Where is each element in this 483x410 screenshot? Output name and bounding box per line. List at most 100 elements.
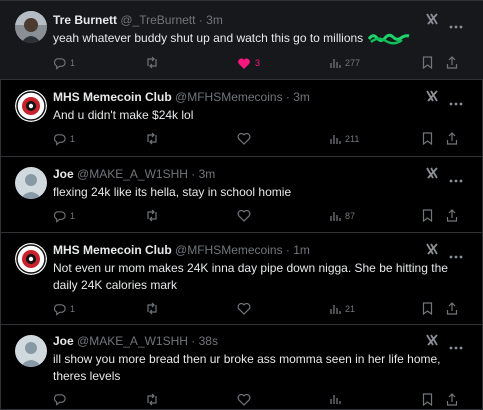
reply-icon — [53, 394, 66, 406]
views-button[interactable]: 277 — [329, 56, 360, 70]
bookmark-icon — [422, 56, 433, 69]
like-button[interactable] — [237, 393, 255, 406]
reply-icon — [53, 303, 66, 316]
grok-icon[interactable] — [425, 333, 439, 352]
author-handle[interactable]: @MFHSMemecoins — [175, 243, 283, 257]
share-button[interactable] — [446, 393, 458, 406]
avatar[interactable] — [15, 90, 47, 122]
action-bar: 1 211 — [53, 132, 463, 148]
bookmark-button[interactable] — [422, 56, 433, 69]
grok-icon[interactable] — [425, 166, 439, 185]
share-icon — [446, 56, 458, 69]
bookmark-button[interactable] — [422, 302, 433, 315]
post-time[interactable]: 3m — [199, 167, 216, 181]
post[interactable]: MHS Memecoin Club @MFHSMemecoins · 1m No… — [0, 233, 483, 325]
separator-dot: · — [191, 334, 196, 348]
bookmark-icon — [422, 393, 433, 406]
bookmark-button[interactable] — [422, 132, 433, 145]
post-time[interactable]: 3m — [293, 90, 310, 104]
repost-button[interactable] — [145, 393, 163, 406]
author-handle[interactable]: @MFHSMemecoins — [175, 90, 283, 104]
action-bar: 1 3 277 — [53, 56, 463, 72]
heart-filled-icon — [238, 58, 250, 69]
action-bar — [53, 393, 463, 409]
reply-button[interactable]: 1 — [53, 132, 75, 146]
share-icon — [446, 393, 458, 406]
avatar[interactable] — [15, 335, 47, 367]
repost-button[interactable] — [145, 302, 163, 315]
more-icon[interactable] — [449, 337, 463, 355]
action-bar: 1 21 — [53, 302, 463, 318]
avatar[interactable] — [15, 167, 47, 199]
reply-button[interactable]: 1 — [53, 56, 75, 70]
post-time[interactable]: 3m — [206, 13, 223, 27]
share-button[interactable] — [446, 302, 458, 315]
bookmark-icon — [422, 132, 433, 145]
repost-button[interactable] — [145, 132, 163, 145]
like-button[interactable] — [237, 302, 255, 315]
repost-icon — [147, 56, 157, 69]
author-name[interactable]: Joe — [53, 334, 74, 348]
post[interactable]: Tre Burnett @_TreBurnett · 3m yeah whate… — [0, 1, 483, 80]
post-text: flexing 24k like its hella, stay in scho… — [53, 185, 292, 199]
share-button[interactable] — [446, 132, 458, 145]
heart-icon — [237, 209, 251, 222]
more-icon[interactable] — [449, 246, 463, 264]
post-time[interactable]: 1m — [293, 243, 310, 257]
repost-button[interactable] — [145, 56, 163, 69]
reply-count: 1 — [70, 58, 76, 68]
reply-button[interactable] — [53, 393, 70, 406]
share-icon — [446, 132, 458, 145]
post-header: Joe @MAKE_A_W1SHH · 38s — [53, 334, 218, 348]
avatar[interactable] — [15, 11, 47, 43]
share-button[interactable] — [446, 56, 458, 69]
share-icon — [446, 302, 458, 315]
post[interactable]: Joe @MAKE_A_W1SHH · 3m flexing 24k like … — [0, 157, 483, 233]
like-button[interactable] — [237, 132, 255, 145]
reply-count: 1 — [70, 211, 76, 221]
avatar[interactable] — [15, 243, 47, 275]
view-count: 211 — [345, 134, 360, 144]
post[interactable]: MHS Memecoin Club @MFHSMemecoins · 3m An… — [0, 80, 483, 157]
reply-button[interactable]: 1 — [53, 209, 75, 223]
more-icon[interactable] — [449, 93, 463, 111]
like-button[interactable] — [237, 209, 255, 222]
author-handle[interactable]: @MAKE_A_W1SHH — [77, 334, 188, 348]
view-count: 277 — [345, 58, 361, 68]
more-icon[interactable] — [449, 170, 463, 188]
repost-icon — [147, 302, 157, 315]
author-handle[interactable]: @MAKE_A_W1SHH — [77, 167, 188, 181]
heart-icon — [237, 132, 251, 145]
bookmark-button[interactable] — [422, 393, 433, 406]
views-button[interactable]: 21 — [329, 302, 355, 316]
more-icon[interactable] — [449, 16, 463, 34]
separator-dot: · — [285, 90, 290, 104]
grok-icon[interactable] — [425, 242, 439, 261]
share-button[interactable] — [446, 209, 458, 222]
post-header: Joe @MAKE_A_W1SHH · 3m — [53, 167, 215, 181]
action-bar: 1 87 — [53, 209, 463, 225]
post-text-content: yeah whatever buddy shut up and watch th… — [53, 31, 364, 45]
analytics-icon — [330, 135, 341, 144]
author-name[interactable]: MHS Memecoin Club — [53, 90, 172, 104]
grok-icon[interactable] — [425, 89, 439, 108]
author-name[interactable]: Joe — [53, 167, 74, 181]
analytics-icon — [330, 395, 341, 404]
post-header: MHS Memecoin Club @MFHSMemecoins · 1m — [53, 243, 310, 257]
like-button[interactable]: 3 — [237, 56, 260, 70]
post-time[interactable]: 38s — [199, 334, 218, 348]
grok-icon[interactable] — [425, 12, 439, 31]
heart-icon — [237, 393, 251, 406]
scribble-redaction — [368, 33, 410, 45]
views-button[interactable]: 87 — [329, 209, 355, 223]
author-name[interactable]: Tre Burnett — [53, 13, 117, 27]
bookmark-button[interactable] — [422, 209, 433, 222]
analytics-icon — [330, 212, 341, 221]
views-button[interactable]: 211 — [329, 132, 359, 146]
post[interactable]: Joe @MAKE_A_W1SHH · 38s ill show you mor… — [0, 325, 483, 410]
author-name[interactable]: MHS Memecoin Club — [53, 243, 172, 257]
repost-button[interactable] — [145, 209, 163, 222]
reply-button[interactable]: 1 — [53, 302, 75, 316]
views-button[interactable] — [329, 393, 345, 405]
author-handle[interactable]: @_TreBurnett — [120, 13, 195, 27]
